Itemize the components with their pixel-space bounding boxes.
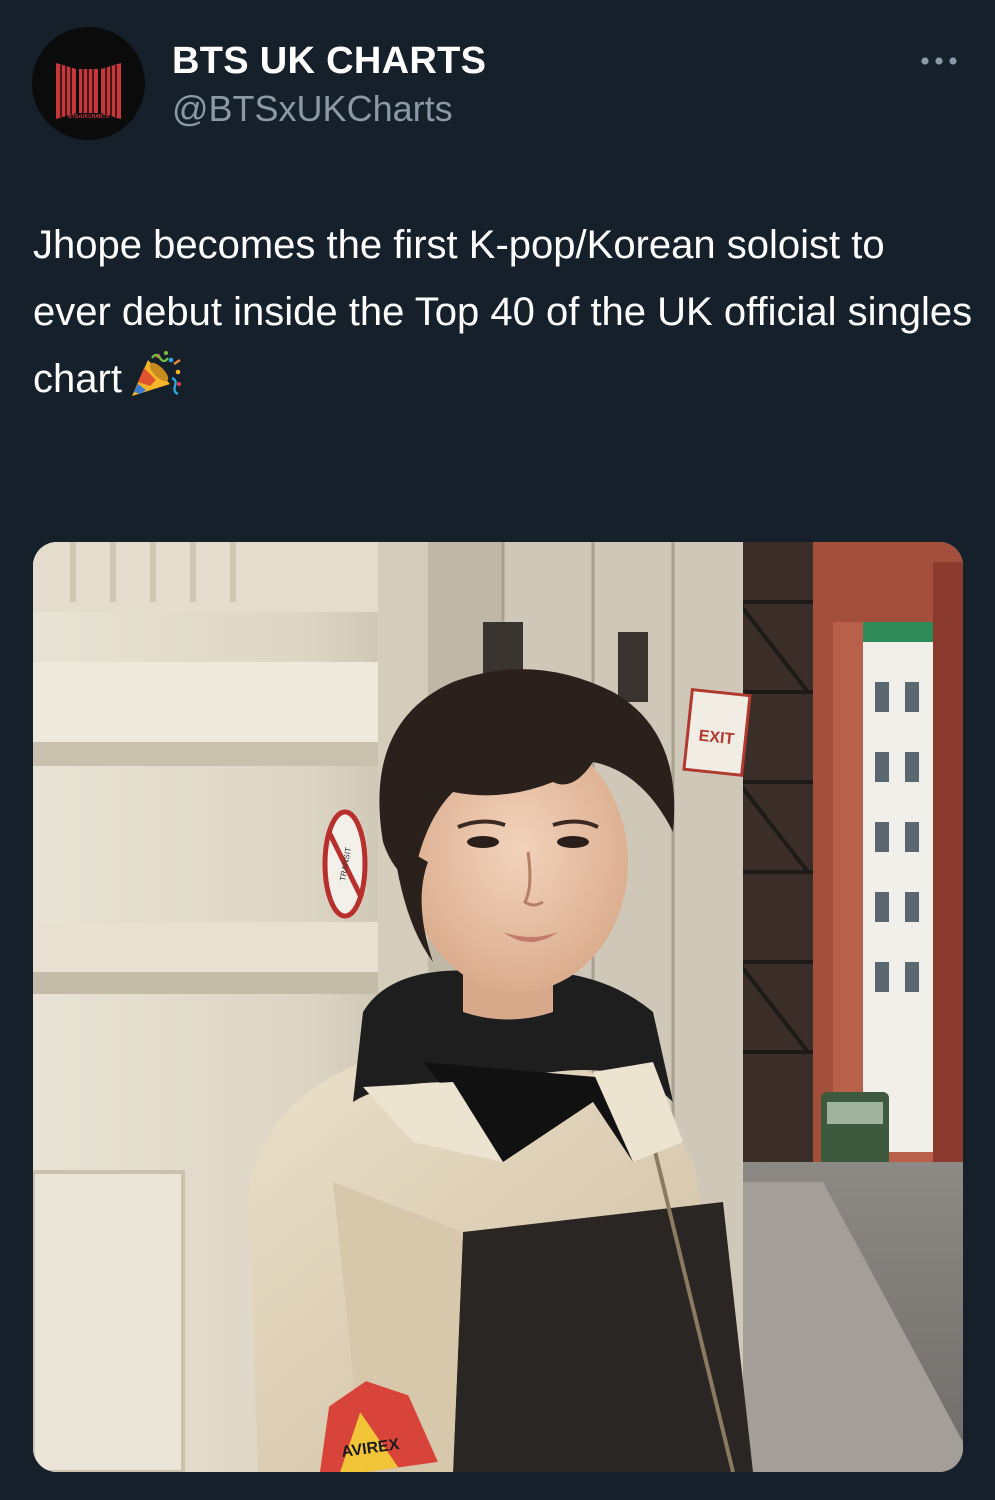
more-options-icon[interactable] (914, 46, 964, 76)
avatar-caption: BTSxUKCHARTS (68, 114, 110, 120)
party-popper-icon (128, 350, 184, 421)
author-name[interactable]: BTS UK CHARTS (172, 40, 486, 83)
tweet-photo[interactable]: EXIT TRANSIT AVIREX (33, 542, 963, 1472)
tweet-text: Jhope becomes the first K-pop/Korean sol… (33, 212, 973, 421)
author-handle[interactable]: @BTSxUKCharts (172, 88, 453, 130)
author-avatar[interactable]: BTSxUKCHARTS (32, 27, 145, 140)
